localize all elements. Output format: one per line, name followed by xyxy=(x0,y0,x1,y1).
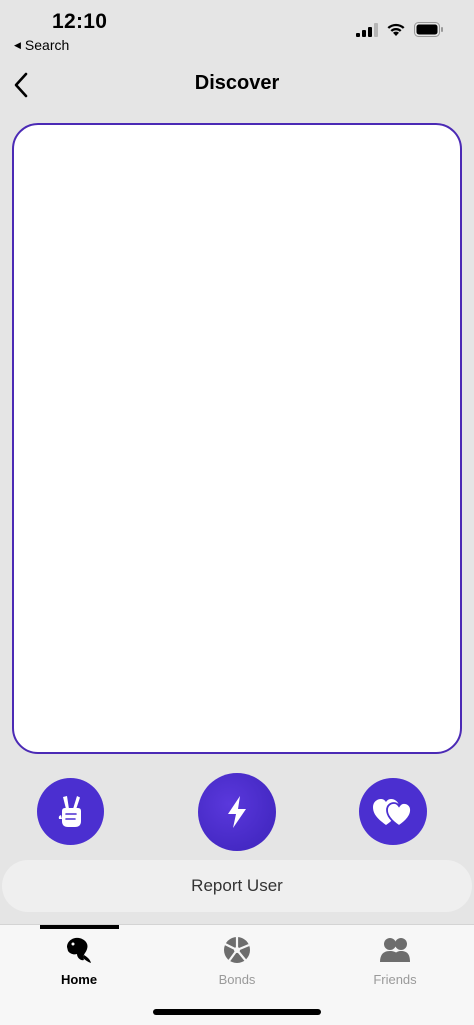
battery-icon xyxy=(414,22,444,42)
system-icons xyxy=(356,22,444,42)
wifi-icon xyxy=(386,22,406,42)
tab-friends-label: Friends xyxy=(373,972,417,987)
active-tab-indicator xyxy=(40,925,119,929)
back-to-app-label: Search xyxy=(24,37,70,53)
home-bird-icon xyxy=(67,937,91,963)
bonds-pinwheel-icon xyxy=(224,937,250,963)
cellular-signal-icon xyxy=(356,22,378,42)
tab-friends[interactable]: Friends xyxy=(335,933,455,995)
report-user-button[interactable]: Report User xyxy=(2,860,472,912)
peace-button[interactable] xyxy=(37,778,104,845)
status-time: 12:10 xyxy=(52,10,108,33)
hearts-button[interactable] xyxy=(359,778,427,845)
tab-bonds-label: Bonds xyxy=(218,972,256,987)
boost-button[interactable] xyxy=(198,773,276,851)
status-bar: 12:10 ◀ Search xyxy=(0,0,474,60)
friends-people-icon xyxy=(380,938,410,962)
lightning-bolt-icon xyxy=(228,796,246,828)
back-triangle-icon: ◀ xyxy=(14,39,21,50)
tab-home-label: Home xyxy=(60,972,98,987)
tab-bonds[interactable]: Bonds xyxy=(177,933,297,995)
two-hearts-icon xyxy=(373,798,412,827)
home-indicator[interactable] xyxy=(153,1009,321,1015)
peace-hand-icon xyxy=(58,795,81,827)
navigation-bar: Discover xyxy=(0,60,474,110)
back-to-app-link[interactable]: ◀ Search xyxy=(14,37,69,53)
discover-card[interactable] xyxy=(12,123,462,754)
tab-home[interactable]: Home xyxy=(19,933,139,995)
page-title: Discover xyxy=(194,72,280,94)
